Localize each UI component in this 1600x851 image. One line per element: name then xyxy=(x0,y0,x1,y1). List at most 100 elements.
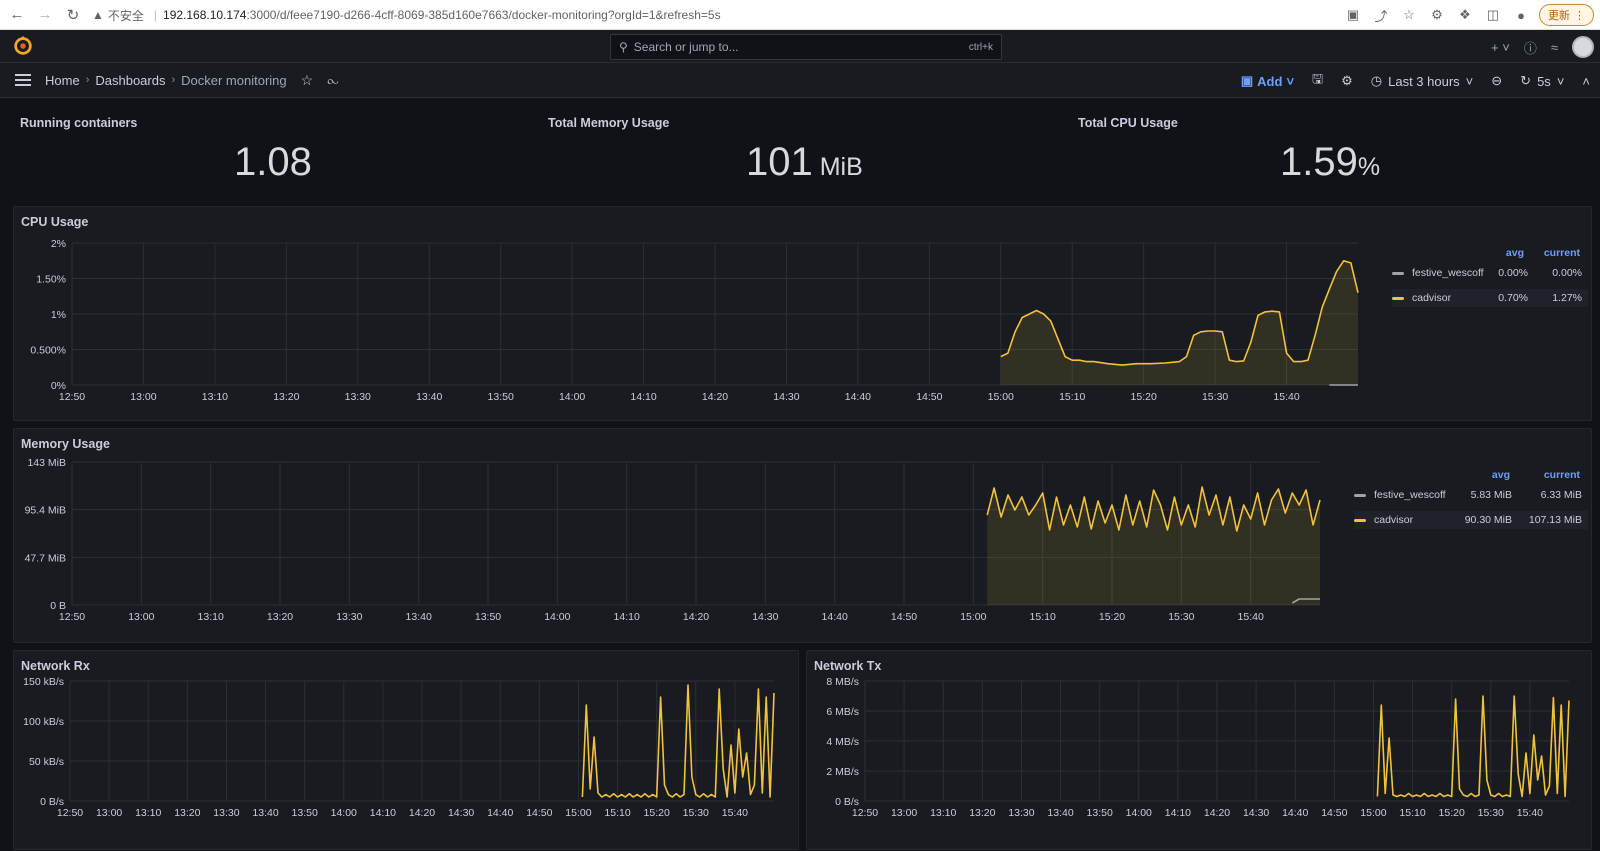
x-tick-label: 15:40 xyxy=(722,807,748,819)
x-tick-label: 15:10 xyxy=(1399,807,1425,819)
breadcrumb-home[interactable]: Home xyxy=(45,73,80,88)
panel-network-tx[interactable]: Network Tx 0 B/s 2 MB/s 4 MB/s 6 MB/s 8 MB/s… xyxy=(806,650,1592,850)
x-tick-label: 14:20 xyxy=(409,807,435,819)
x-tick-label: 15:30 xyxy=(683,807,709,819)
legend-swatch xyxy=(1392,271,1404,275)
x-tick-label: 13:40 xyxy=(406,611,432,623)
news-rss-icon[interactable]: ≈ xyxy=(1551,40,1558,55)
legend-row[interactable]: festive_wescoff 5.83 MiB 6.33 MiB xyxy=(1354,489,1588,501)
stat-total-memory: Total Memory Usage 101 MiB xyxy=(528,98,1056,202)
refresh-interval-label: 5s xyxy=(1537,73,1551,89)
network-tx-chart: 0 B/s2 MB/s4 MB/s6 MB/s8 MB/s12:50 13:00 1… xyxy=(826,676,1570,819)
x-tick-label: 14:40 xyxy=(487,807,513,819)
search-input[interactable]: ⚲ Search or jump to... ctrl+k xyxy=(610,34,1002,60)
y-tick-label: 4 MB/s xyxy=(826,736,859,748)
legend-row[interactable]: festive_wescoff 0.00% 0.00% xyxy=(1392,267,1588,279)
y-tick-label: 0.500% xyxy=(30,345,66,357)
update-label: 更新 xyxy=(1548,10,1570,22)
x-tick-label: 14:20 xyxy=(683,611,709,623)
x-tick-label: 14:00 xyxy=(544,611,570,623)
x-tick-label: 15:40 xyxy=(1517,807,1543,819)
legend-header-current[interactable]: current xyxy=(1544,247,1580,259)
stat-number: 1.59 xyxy=(1280,140,1358,184)
legend-avg: 0.00% xyxy=(1498,267,1528,279)
chevron-right-icon: › xyxy=(171,74,176,86)
breadcrumb-dashboards[interactable]: Dashboards xyxy=(95,73,165,88)
x-tick-label: 15:10 xyxy=(1030,611,1056,623)
stat-title: Total Memory Usage xyxy=(548,116,670,130)
help-icon[interactable]: ⓘ xyxy=(1524,38,1537,57)
reload-icon[interactable]: ↻ xyxy=(62,4,84,26)
url-separator: | xyxy=(153,8,158,22)
breadcrumb-current: Docker monitoring xyxy=(181,72,287,88)
x-tick-label: 15:00 xyxy=(565,807,591,819)
star-icon[interactable]: ☆ xyxy=(301,72,314,89)
add-panel-icon: ▣ xyxy=(1240,73,1254,88)
extension-icon[interactable]: ⚙ xyxy=(1427,5,1447,25)
legend-row[interactable]: cadvisor 0.70% 1.27% xyxy=(1392,289,1588,307)
x-tick-label: 13:10 xyxy=(930,807,956,819)
new-plus-icon[interactable]: + ˅ xyxy=(1491,40,1510,55)
address-bar[interactable]: ▲ 不安全 | 192.168.10.174:3000/d/feee7190-d… xyxy=(92,4,1322,26)
stat-title: Total CPU Usage xyxy=(1078,116,1178,130)
y-tick-label: 143 MiB xyxy=(27,457,66,469)
x-tick-label: 13:30 xyxy=(345,391,371,403)
y-tick-label: 6 MB/s xyxy=(826,706,859,718)
legend-avg: 5.83 MiB xyxy=(1470,489,1512,501)
sidepanel-icon[interactable]: ◫ xyxy=(1483,5,1503,25)
x-tick-label: 12:50 xyxy=(852,807,878,819)
time-range-picker[interactable]: ◷ Last 3 hours ˅ xyxy=(1371,73,1473,89)
bookmark-star-icon[interactable]: ☆ xyxy=(1399,5,1419,25)
clock-icon: ◷ xyxy=(1370,73,1383,88)
x-tick-label: 14:50 xyxy=(891,611,917,623)
x-tick-label: 14:40 xyxy=(822,611,848,623)
user-avatar[interactable] xyxy=(1572,36,1594,58)
x-tick-label: 15:20 xyxy=(1099,611,1125,623)
x-tick-label: 15:00 xyxy=(960,611,986,623)
legend-row[interactable]: cadvisor 90.30 MiB 107.13 MiB xyxy=(1354,511,1588,529)
zoom-out-icon[interactable]: ⊖ xyxy=(1491,73,1502,89)
x-tick-label: 14:20 xyxy=(702,391,728,403)
panel-network-rx[interactable]: Network Rx 0 B/s 50 kB/s 100 kB/s 150 kB/s 1… xyxy=(13,650,799,850)
legend-name: cadvisor xyxy=(1412,292,1452,304)
update-button[interactable]: 更新 ⋮ xyxy=(1539,4,1594,26)
legend-header-avg[interactable]: avg xyxy=(1506,247,1524,259)
x-tick-label: 13:50 xyxy=(1087,807,1113,819)
legend-header-current[interactable]: current xyxy=(1544,469,1580,481)
chevron-down-icon: ˅ xyxy=(1465,73,1474,89)
grafana-logo-icon[interactable] xyxy=(12,35,34,57)
x-tick-label: 13:20 xyxy=(273,391,299,403)
x-tick-label: 13:10 xyxy=(135,807,161,819)
url-path: :3000/d/feee7190-d266-4cff-8069-385d160e… xyxy=(246,8,721,22)
x-tick-label: 13:50 xyxy=(292,807,318,819)
chevron-right-icon: › xyxy=(85,74,90,86)
more-menu-icon: ⋮ xyxy=(1574,9,1585,22)
share-icon[interactable]: ⧜ xyxy=(327,72,338,89)
settings-gear-icon[interactable]: ⚙ xyxy=(1341,73,1353,89)
save-icon[interactable]: 🖫 xyxy=(1312,70,1323,92)
y-tick-label: 2 MB/s xyxy=(826,766,859,778)
forward-icon[interactable]: → xyxy=(34,4,56,26)
refresh-picker[interactable]: ↻ 5s ˅ xyxy=(1520,73,1564,89)
share-page-icon[interactable]: ⤴ xyxy=(1371,5,1391,25)
puzzle-icon[interactable]: ❖ xyxy=(1455,5,1475,25)
translate-icon[interactable]: ▣ xyxy=(1343,5,1363,25)
add-button[interactable]: ▣ Add ˅ xyxy=(1241,73,1294,89)
x-tick-label: 13:40 xyxy=(1047,807,1073,819)
collapse-icon[interactable]: ˄ xyxy=(1582,74,1590,89)
chevron-down-icon: ˅ xyxy=(1286,73,1295,89)
stat-running-containers: Running containers 1.08 xyxy=(0,98,528,202)
y-tick-label: 2% xyxy=(51,238,66,250)
legend-avg: 0.70% xyxy=(1498,292,1528,304)
panel-memory-usage[interactable]: Memory Usage 0 B 47.7 MiB 95.4 MiB 143 MiB 1… xyxy=(13,428,1592,643)
panel-cpu-usage[interactable]: CPU Usage 0% 0.500% 1% 1.50% 2% 12:50 13:00 13:… xyxy=(13,206,1592,421)
cpu-usage-chart: 0%0.500%1%1.50%2%12:50 13:00 13:10 13:20 13:… xyxy=(30,238,1359,403)
legend-swatch xyxy=(1354,493,1366,497)
legend-header-avg[interactable]: avg xyxy=(1492,469,1510,481)
menu-icon[interactable] xyxy=(15,74,31,86)
x-tick-label: 13:40 xyxy=(252,807,278,819)
profile-icon[interactable]: ● xyxy=(1511,5,1531,25)
x-tick-label: 14:00 xyxy=(331,807,357,819)
x-tick-label: 15:00 xyxy=(988,391,1014,403)
back-icon[interactable]: ← xyxy=(6,4,28,26)
